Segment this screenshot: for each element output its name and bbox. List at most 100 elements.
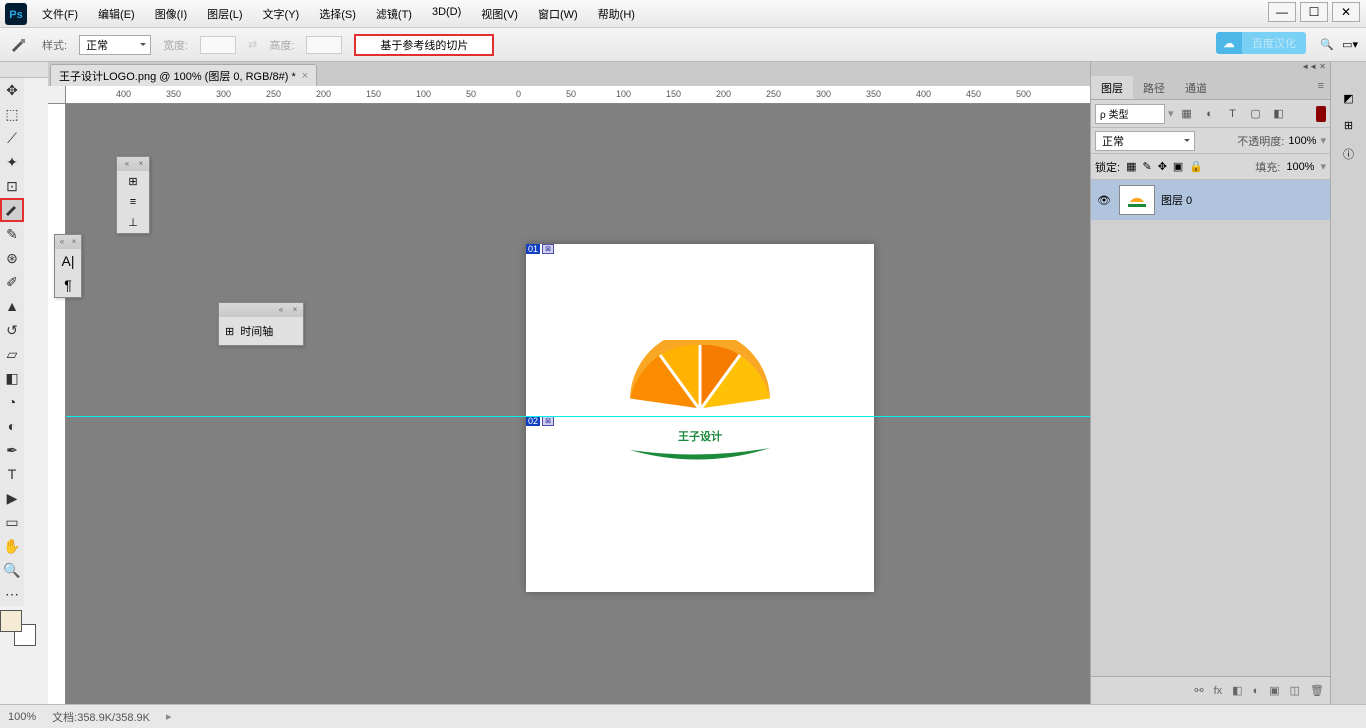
move-tool[interactable]: ✥ [0, 78, 24, 102]
blend-mode-dropdown[interactable]: 正常 [1095, 131, 1195, 151]
filter-adjust-icon[interactable]: ◐ [1200, 105, 1220, 123]
fill-value[interactable]: 100% [1286, 161, 1314, 173]
tab-paths[interactable]: 路径 [1133, 76, 1175, 99]
type-tool[interactable]: T [0, 462, 24, 486]
menu-filter[interactable]: 滤镜(T) [366, 1, 422, 27]
character-panel[interactable]: «× A| ¶ [54, 234, 82, 298]
brush-settings-icon[interactable]: ⊞ [128, 175, 137, 188]
zoom-level[interactable]: 100% [8, 711, 36, 723]
panel-collapse-icon[interactable]: « [275, 305, 287, 315]
panel-close-icon[interactable]: × [135, 159, 147, 169]
menu-3d[interactable]: 3D(D) [422, 1, 471, 27]
menu-help[interactable]: 帮助(H) [588, 1, 645, 27]
opacity-dropdown-icon[interactable]: ▾ [1320, 134, 1326, 147]
maximize-button[interactable]: ☐ [1300, 2, 1328, 22]
layers-list[interactable]: 👁 图层 0 [1091, 180, 1330, 676]
rectangle-tool[interactable]: ▭ [0, 510, 24, 534]
stamp-tool[interactable]: ▲ [0, 294, 24, 318]
height-input[interactable] [306, 36, 342, 54]
menu-select[interactable]: 选择(S) [309, 1, 366, 27]
layer-fx-icon[interactable]: fx [1214, 685, 1223, 697]
eyedropper-tool[interactable]: ✎ [0, 222, 24, 246]
color-swatches[interactable] [0, 610, 36, 646]
opacity-value[interactable]: 100% [1288, 135, 1316, 147]
slice-from-guides-button[interactable]: 基于参考线的切片 [354, 34, 494, 56]
canvas-area[interactable]: 01 ⊠ 02 ⊠ 王子设计 [66, 104, 1090, 704]
width-input[interactable] [200, 36, 236, 54]
layer-name[interactable]: 图层 0 [1161, 192, 1192, 208]
document-tab[interactable]: 王子设计LOGO.png @ 100% (图层 0, RGB/8#) * × [50, 64, 317, 86]
layer-thumbnail[interactable] [1119, 185, 1155, 215]
minimize-button[interactable]: — [1268, 2, 1296, 22]
doc-size[interactable]: 文档:358.9K/358.9K [52, 709, 150, 725]
filter-type-dropdown[interactable]: ρ 类型 [1095, 104, 1165, 124]
vertical-ruler[interactable] [48, 104, 66, 704]
blur-tool[interactable]: ◔ [0, 390, 24, 414]
character-icon[interactable]: A| [62, 253, 75, 269]
tools-tab-grip[interactable] [0, 62, 48, 78]
path-select-tool[interactable]: ▶ [0, 486, 24, 510]
zoom-tool[interactable]: 🔍 [0, 558, 24, 582]
filter-pixel-icon[interactable]: ▦ [1177, 105, 1197, 123]
dodge-tool[interactable]: ◐ [0, 414, 24, 438]
menu-type[interactable]: 文字(Y) [253, 1, 310, 27]
marquee-tool[interactable]: ⬚ [0, 102, 24, 126]
brush-tool[interactable]: ✐ [0, 270, 24, 294]
menu-file[interactable]: 文件(F) [32, 1, 88, 27]
lock-transparency-icon[interactable]: ▦ [1126, 160, 1136, 173]
timeline-label[interactable]: 时间轴 [240, 323, 273, 339]
lock-artboard-icon[interactable]: ▣ [1173, 160, 1183, 173]
brush-tool-icon[interactable]: ⊥ [128, 216, 138, 229]
filter-shape-icon[interactable]: ▢ [1246, 105, 1266, 123]
search-icon[interactable]: 🔍 [1320, 38, 1334, 51]
menu-layer[interactable]: 图层(L) [197, 1, 252, 27]
info-icon[interactable]: ⓘ [1343, 146, 1354, 162]
panel-collapse-bar[interactable]: ◄◄ ✕ [1091, 62, 1330, 76]
canvas[interactable]: 01 ⊠ 02 ⊠ 王子设计 [526, 244, 874, 592]
eraser-tool[interactable]: ▱ [0, 342, 24, 366]
gradient-tool[interactable]: ◧ [0, 366, 24, 390]
healing-tool[interactable]: ⊛ [0, 246, 24, 270]
fill-dropdown-icon[interactable]: ▾ [1320, 160, 1326, 173]
filter-smart-icon[interactable]: ◧ [1269, 105, 1289, 123]
style-dropdown[interactable]: 正常 [79, 35, 151, 55]
tab-layers[interactable]: 图层 [1091, 76, 1133, 99]
lock-position-icon[interactable]: ✥ [1158, 160, 1167, 173]
panel-menu-icon[interactable]: ≡ [1312, 76, 1330, 99]
timeline-panel[interactable]: «× ⊞ 时间轴 [218, 302, 304, 346]
filter-toggle[interactable] [1316, 106, 1326, 122]
adjustment-layer-icon[interactable]: ◐ [1253, 685, 1260, 697]
layer-group-icon[interactable]: ▣ [1269, 684, 1279, 697]
slice-tool[interactable] [0, 198, 24, 222]
swatches-icon[interactable]: ⊞ [1344, 119, 1353, 132]
layer-mask-icon[interactable]: ◧ [1232, 684, 1242, 697]
layer-row[interactable]: 👁 图层 0 [1091, 180, 1330, 220]
brush-presets-icon[interactable]: ≡ [130, 196, 136, 208]
crop-tool[interactable]: ⊡ [0, 174, 24, 198]
document-tab-close[interactable]: × [302, 70, 308, 82]
cloud-badge[interactable]: ☁ 百度汉化 [1216, 32, 1306, 54]
tab-channels[interactable]: 通道 [1175, 76, 1217, 99]
menu-image[interactable]: 图像(I) [145, 1, 197, 27]
horizontal-ruler[interactable]: 400 350 300 250 200 150 100 50 0 50 100 … [66, 86, 1090, 104]
filter-type-icon[interactable]: T [1223, 105, 1243, 123]
status-arrow-icon[interactable]: ▸ [166, 710, 172, 723]
horizontal-guide[interactable] [66, 416, 1090, 417]
new-layer-icon[interactable]: ◫ [1290, 684, 1300, 697]
lock-all-icon[interactable]: 🔒 [1189, 160, 1203, 173]
magic-wand-tool[interactable]: ✦ [0, 150, 24, 174]
workspace-dropdown[interactable]: ▭▾ [1342, 38, 1358, 51]
history-brush-tool[interactable]: ↺ [0, 318, 24, 342]
edit-toolbar[interactable]: ⋯ [0, 582, 24, 606]
panel-close-icon[interactable]: × [69, 237, 79, 247]
paragraph-icon[interactable]: ¶ [64, 277, 72, 293]
brush-panel[interactable]: «× ⊞ ≡ ⊥ [116, 156, 150, 234]
history-icon[interactable]: ◩ [1343, 92, 1353, 105]
visibility-icon[interactable]: 👁 [1095, 191, 1113, 209]
link-layers-icon[interactable]: ⚯ [1194, 684, 1203, 697]
delete-layer-icon[interactable]: 🗑 [1310, 684, 1324, 697]
close-button[interactable]: ✕ [1332, 2, 1360, 22]
hand-tool[interactable]: ✋ [0, 534, 24, 558]
pen-tool[interactable]: ✒ [0, 438, 24, 462]
lock-pixels-icon[interactable]: ✎ [1142, 160, 1151, 173]
